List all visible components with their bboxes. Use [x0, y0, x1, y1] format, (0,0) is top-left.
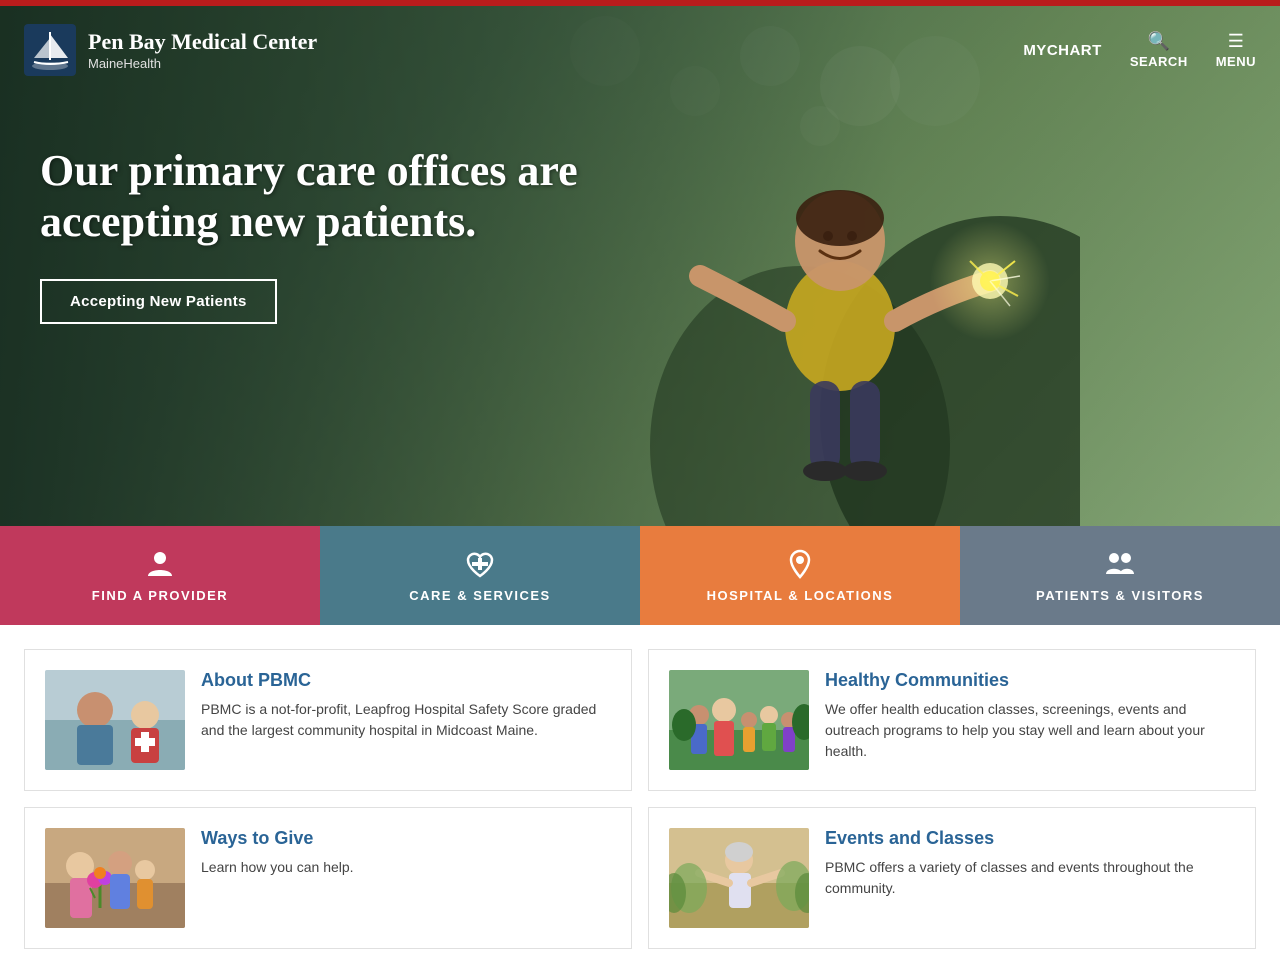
logo-sub-name: MaineHealth [88, 56, 317, 71]
healthy-communities-image [669, 670, 809, 770]
accepting-patients-button[interactable]: Accepting New Patients [40, 279, 277, 324]
quick-links-bar: FIND A PROVIDER CARE & SERVICES HOSPITAL… [0, 526, 1280, 625]
search-label: SEARCH [1130, 54, 1188, 69]
search-button[interactable]: 🔍 SEARCH [1130, 31, 1188, 69]
care-services-link[interactable]: CARE & SERVICES [320, 526, 640, 625]
ways-to-give-desc: Learn how you can help. [201, 857, 611, 878]
logo-text: Pen Bay Medical Center MaineHealth [88, 29, 317, 70]
logo-icon [24, 24, 76, 76]
events-classes-card[interactable]: Events and Classes PBMC offers a variety… [648, 807, 1256, 949]
about-pbmc-content: About PBMC PBMC is a not-for-profit, Lea… [201, 670, 611, 741]
patients-visitors-label: PATIENTS & VISITORS [1036, 588, 1204, 603]
cards-grid: About PBMC PBMC is a not-for-profit, Lea… [24, 649, 1256, 949]
ways-to-give-img-placeholder [45, 828, 185, 928]
hospital-locations-link[interactable]: HOSPITAL & LOCATIONS [640, 526, 960, 625]
hospital-locations-label: HOSPITAL & LOCATIONS [707, 588, 894, 603]
mychart-button[interactable]: MYCHART [1023, 42, 1102, 59]
menu-button[interactable]: ☰ MENU [1216, 31, 1256, 69]
about-pbmc-img-placeholder [45, 670, 185, 770]
about-pbmc-desc: PBMC is a not-for-profit, Leapfrog Hospi… [201, 699, 611, 741]
about-pbmc-image [45, 670, 185, 770]
healthy-communities-content: Healthy Communities We offer health educ… [825, 670, 1235, 762]
hero-headline: Our primary care offices are accepting n… [40, 146, 620, 247]
logo-main-name: Pen Bay Medical Center [88, 29, 317, 55]
care-services-icon [464, 548, 496, 580]
site-header: Pen Bay Medical Center MaineHealth MYCHA… [0, 12, 1280, 88]
events-classes-image [669, 828, 809, 928]
ways-to-give-content: Ways to Give Learn how you can help. [201, 828, 611, 878]
ways-to-give-card[interactable]: Ways to Give Learn how you can help. [24, 807, 632, 949]
find-provider-link[interactable]: FIND A PROVIDER [0, 526, 320, 625]
patients-visitors-icon [1104, 548, 1136, 580]
logo-area[interactable]: Pen Bay Medical Center MaineHealth [24, 24, 317, 76]
ways-to-give-image [45, 828, 185, 928]
healthy-communities-title[interactable]: Healthy Communities [825, 670, 1235, 691]
cards-section: About PBMC PBMC is a not-for-profit, Lea… [0, 625, 1280, 973]
search-icon: 🔍 [1148, 31, 1170, 52]
hero-content: Our primary care offices are accepting n… [40, 146, 620, 324]
find-provider-icon [144, 548, 176, 580]
ways-to-give-title[interactable]: Ways to Give [201, 828, 611, 849]
header-nav: MYCHART 🔍 SEARCH ☰ MENU [1023, 31, 1256, 69]
events-classes-img-placeholder [669, 828, 809, 928]
events-classes-content: Events and Classes PBMC offers a variety… [825, 828, 1235, 899]
menu-label: MENU [1216, 54, 1256, 69]
about-pbmc-card[interactable]: About PBMC PBMC is a not-for-profit, Lea… [24, 649, 632, 791]
about-pbmc-title[interactable]: About PBMC [201, 670, 611, 691]
find-provider-label: FIND A PROVIDER [92, 588, 228, 603]
hospital-locations-icon [784, 548, 816, 580]
hero-child-figure [600, 66, 1080, 526]
patients-visitors-link[interactable]: PATIENTS & VISITORS [960, 526, 1280, 625]
events-classes-desc: PBMC offers a variety of classes and eve… [825, 857, 1235, 899]
menu-icon: ☰ [1228, 31, 1244, 52]
healthy-communities-card[interactable]: Healthy Communities We offer health educ… [648, 649, 1256, 791]
hero-section: Pen Bay Medical Center MaineHealth MYCHA… [0, 6, 1280, 526]
events-classes-title[interactable]: Events and Classes [825, 828, 1235, 849]
healthy-communities-desc: We offer health education classes, scree… [825, 699, 1235, 762]
healthy-communities-img-placeholder [669, 670, 809, 770]
care-services-label: CARE & SERVICES [409, 588, 550, 603]
